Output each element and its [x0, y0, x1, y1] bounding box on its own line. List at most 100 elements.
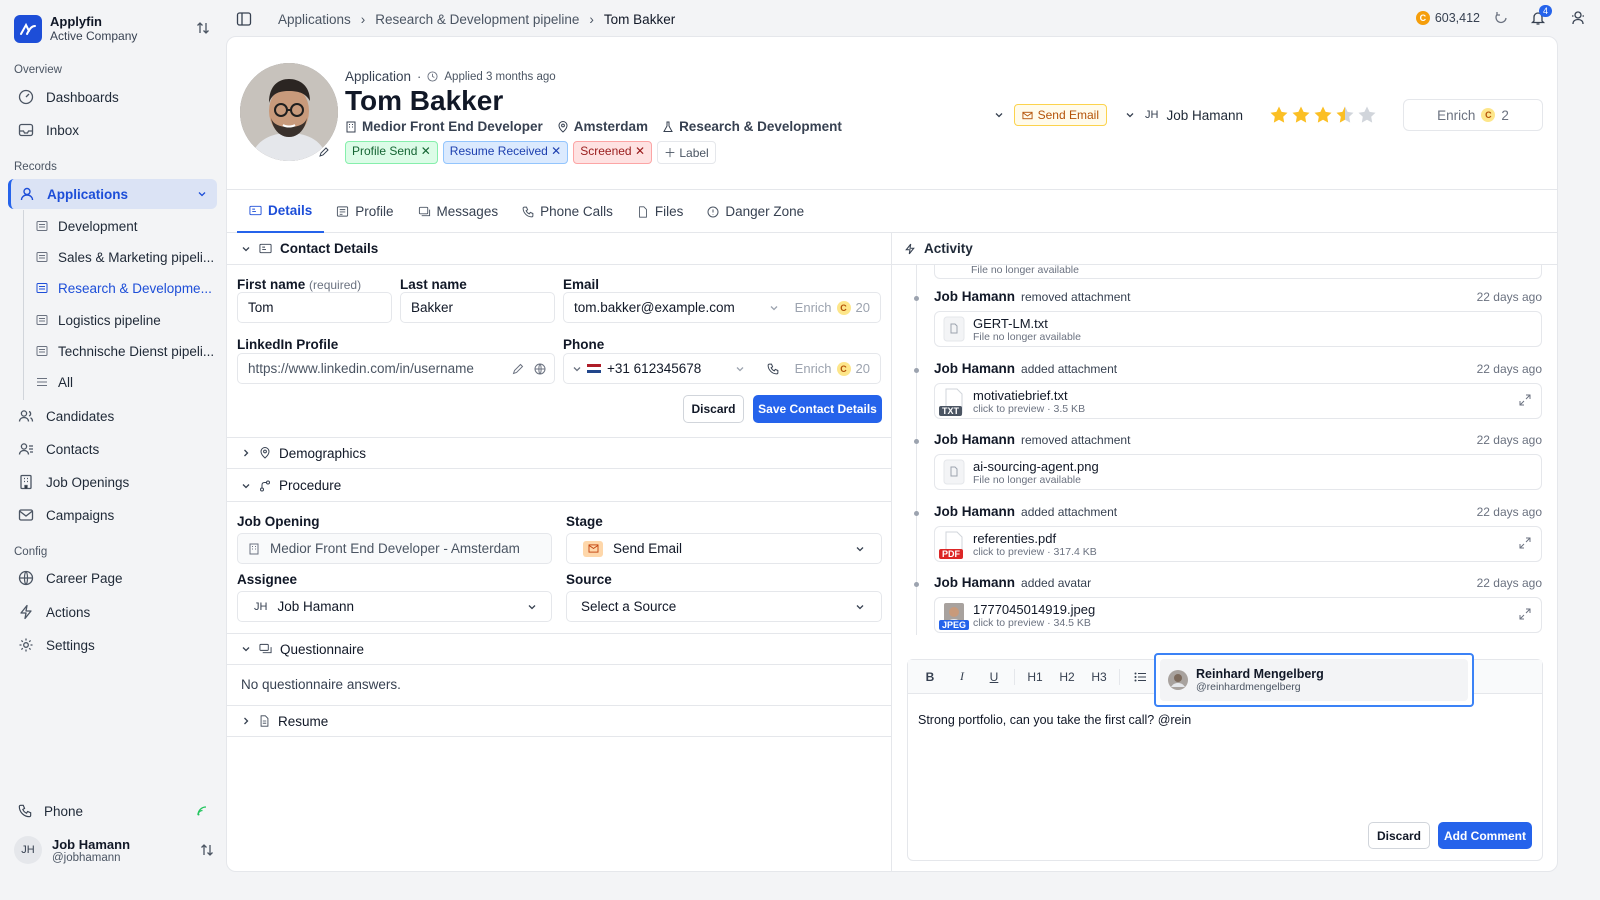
star-icon[interactable] — [1357, 105, 1377, 125]
bullet-list-icon[interactable] — [1124, 671, 1156, 683]
chevron-down-icon[interactable] — [572, 364, 582, 374]
nav-settings[interactable]: Settings — [8, 630, 217, 660]
sidebar-toggle-icon[interactable] — [236, 11, 252, 27]
expand-icon[interactable] — [1519, 608, 1531, 620]
enrich-phone-button[interactable]: Enrich C 20 — [795, 361, 870, 376]
add-comment-button[interactable]: Add Comment — [1438, 822, 1532, 849]
label-tag[interactable]: Profile Send ✕ — [345, 141, 438, 164]
pipeline-technische-dienst[interactable]: Technische Dienst pipeli... — [30, 337, 218, 365]
event-action: removed attachment — [1021, 432, 1131, 447]
chevron-down-icon[interactable] — [1125, 110, 1135, 120]
company-switcher[interactable]: Applyfin Active Company — [14, 14, 214, 44]
nav-phone[interactable]: Phone — [8, 796, 217, 826]
remove-label-icon[interactable]: ✕ — [421, 144, 431, 158]
discard-comment-button[interactable]: Discard — [1368, 822, 1430, 849]
star-icon[interactable] — [1313, 105, 1333, 125]
linkedin-field[interactable]: https://www.linkedin.com/in/username — [237, 353, 555, 384]
enrich-email-button[interactable]: Enrich C 20 — [795, 300, 870, 315]
user-menu[interactable]: JH Job Hamann @jobhamann — [14, 836, 218, 864]
pipeline-research-development[interactable]: Research & Developme... — [30, 274, 218, 302]
tab-details[interactable]: Details — [237, 190, 325, 233]
location-text: Amsterdam — [573, 119, 649, 134]
heading2-button[interactable]: H2 — [1051, 670, 1083, 684]
star-icon[interactable] — [1269, 105, 1289, 125]
switch-arrows-icon[interactable] — [196, 21, 210, 35]
star-icon[interactable] — [1291, 105, 1311, 125]
support-icon[interactable] — [1570, 10, 1586, 26]
first-name-field[interactable]: Tom — [237, 292, 392, 323]
demographics-header[interactable]: Demographics — [227, 437, 892, 469]
pipeline-all[interactable]: All — [30, 368, 218, 396]
refresh-icon[interactable] — [1494, 11, 1508, 25]
tab-phone-calls[interactable]: Phone Calls — [510, 190, 625, 233]
nav-job-openings[interactable]: Job Openings — [8, 467, 217, 497]
file-card[interactable]: TXT motivatiebrief.txt click to preview ·… — [934, 383, 1542, 419]
tab-messages[interactable]: Messages — [406, 190, 511, 233]
stage-button[interactable]: Send Email — [1013, 104, 1107, 126]
tab-danger-zone[interactable]: Danger Zone — [695, 190, 816, 233]
phone-icon — [522, 206, 534, 218]
chevron-down-icon[interactable] — [735, 364, 745, 374]
assignee-select[interactable]: JH Job Hamann — [237, 591, 552, 622]
remove-label-icon[interactable]: ✕ — [635, 144, 645, 158]
flask-icon — [662, 121, 674, 133]
pipeline-sales-marketing[interactable]: Sales & Marketing pipeli... — [30, 243, 218, 271]
stage-select[interactable]: Send Email — [566, 533, 882, 564]
notifications-button[interactable]: 4 — [1530, 5, 1552, 26]
underline-button[interactable]: U — [978, 670, 1010, 684]
italic-button[interactable]: I — [946, 669, 978, 684]
edit-photo-icon[interactable] — [319, 147, 329, 157]
resume-header[interactable]: Resume — [227, 705, 892, 737]
contact-details-header[interactable]: Contact Details — [227, 233, 892, 265]
source-select[interactable]: Select a Source — [566, 591, 882, 622]
save-contact-button[interactable]: Save Contact Details — [753, 395, 882, 423]
star-icon[interactable] — [1335, 105, 1355, 125]
tab-files[interactable]: Files — [625, 190, 696, 233]
phone-icon[interactable] — [767, 363, 779, 375]
breadcrumb-applications[interactable]: Applications — [278, 12, 351, 27]
assignee-selector[interactable]: JH Job Hamann — [1145, 108, 1243, 123]
heading3-button[interactable]: H3 — [1083, 670, 1115, 684]
nav-dashboards[interactable]: Dashboards — [8, 82, 217, 112]
questionnaire-header[interactable]: Questionnaire — [227, 633, 892, 665]
phone-field[interactable]: +31 612345678 Enrich C 20 — [563, 353, 881, 384]
discard-contact-button[interactable]: Discard — [683, 395, 744, 423]
nav-actions[interactable]: Actions — [8, 597, 217, 627]
nav-inbox[interactable]: Inbox — [8, 115, 217, 145]
nav-contacts[interactable]: Contacts — [8, 434, 217, 464]
pipeline-development[interactable]: Development — [30, 212, 218, 240]
file-card[interactable]: PDF referenties.pdf click to preview · 31… — [934, 526, 1542, 562]
label-tag[interactable]: Screened ✕ — [573, 141, 653, 164]
procedure-header[interactable]: Procedure — [227, 470, 892, 502]
tab-profile[interactable]: Profile — [324, 190, 405, 233]
edit-icon[interactable] — [512, 363, 524, 375]
pipeline-logistics[interactable]: Logistics pipeline — [30, 306, 218, 334]
mention-option[interactable]: Reinhard Mengelberg @reinhardmengelberg — [1160, 659, 1468, 701]
last-name-field[interactable]: Bakker — [400, 292, 555, 323]
id-card-icon — [259, 242, 272, 255]
file-card[interactable]: JPEG 1777045014919.jpeg click to preview … — [934, 597, 1542, 633]
chevron-down-icon[interactable] — [197, 189, 207, 199]
chevron-down-icon[interactable] — [769, 303, 779, 313]
expand-icon[interactable] — [1519, 537, 1531, 549]
nav-candidates[interactable]: Candidates — [8, 401, 217, 431]
credits-display[interactable]: C 603,412 — [1415, 11, 1480, 25]
expand-icon[interactable] — [1519, 394, 1531, 406]
chevron-down-icon[interactable] — [994, 110, 1004, 120]
email-field[interactable]: tom.bakker@example.com Enrich C 20 — [563, 292, 881, 323]
nav-applications[interactable]: Applications — [8, 179, 217, 209]
nav-career-page[interactable]: Career Page — [8, 563, 217, 593]
nav-campaigns[interactable]: Campaigns — [8, 500, 217, 530]
label-tag[interactable]: Resume Received ✕ — [442, 141, 569, 164]
breadcrumb-pipeline[interactable]: Research & Development pipeline — [375, 12, 579, 27]
remove-label-icon[interactable]: ✕ — [551, 144, 561, 158]
bold-button[interactable]: B — [914, 670, 946, 684]
globe-icon[interactable] — [534, 363, 546, 375]
event-time: 22 days ago — [1476, 432, 1542, 447]
breadcrumb: Applications › Research & Development pi… — [278, 12, 675, 27]
rating-stars[interactable] — [1269, 105, 1377, 125]
enrich-button[interactable]: Enrich C 2 — [1403, 99, 1543, 131]
switch-arrows-icon[interactable] — [200, 843, 214, 857]
heading1-button[interactable]: H1 — [1019, 670, 1051, 684]
add-label-button[interactable]: ＋ Label — [657, 141, 716, 164]
